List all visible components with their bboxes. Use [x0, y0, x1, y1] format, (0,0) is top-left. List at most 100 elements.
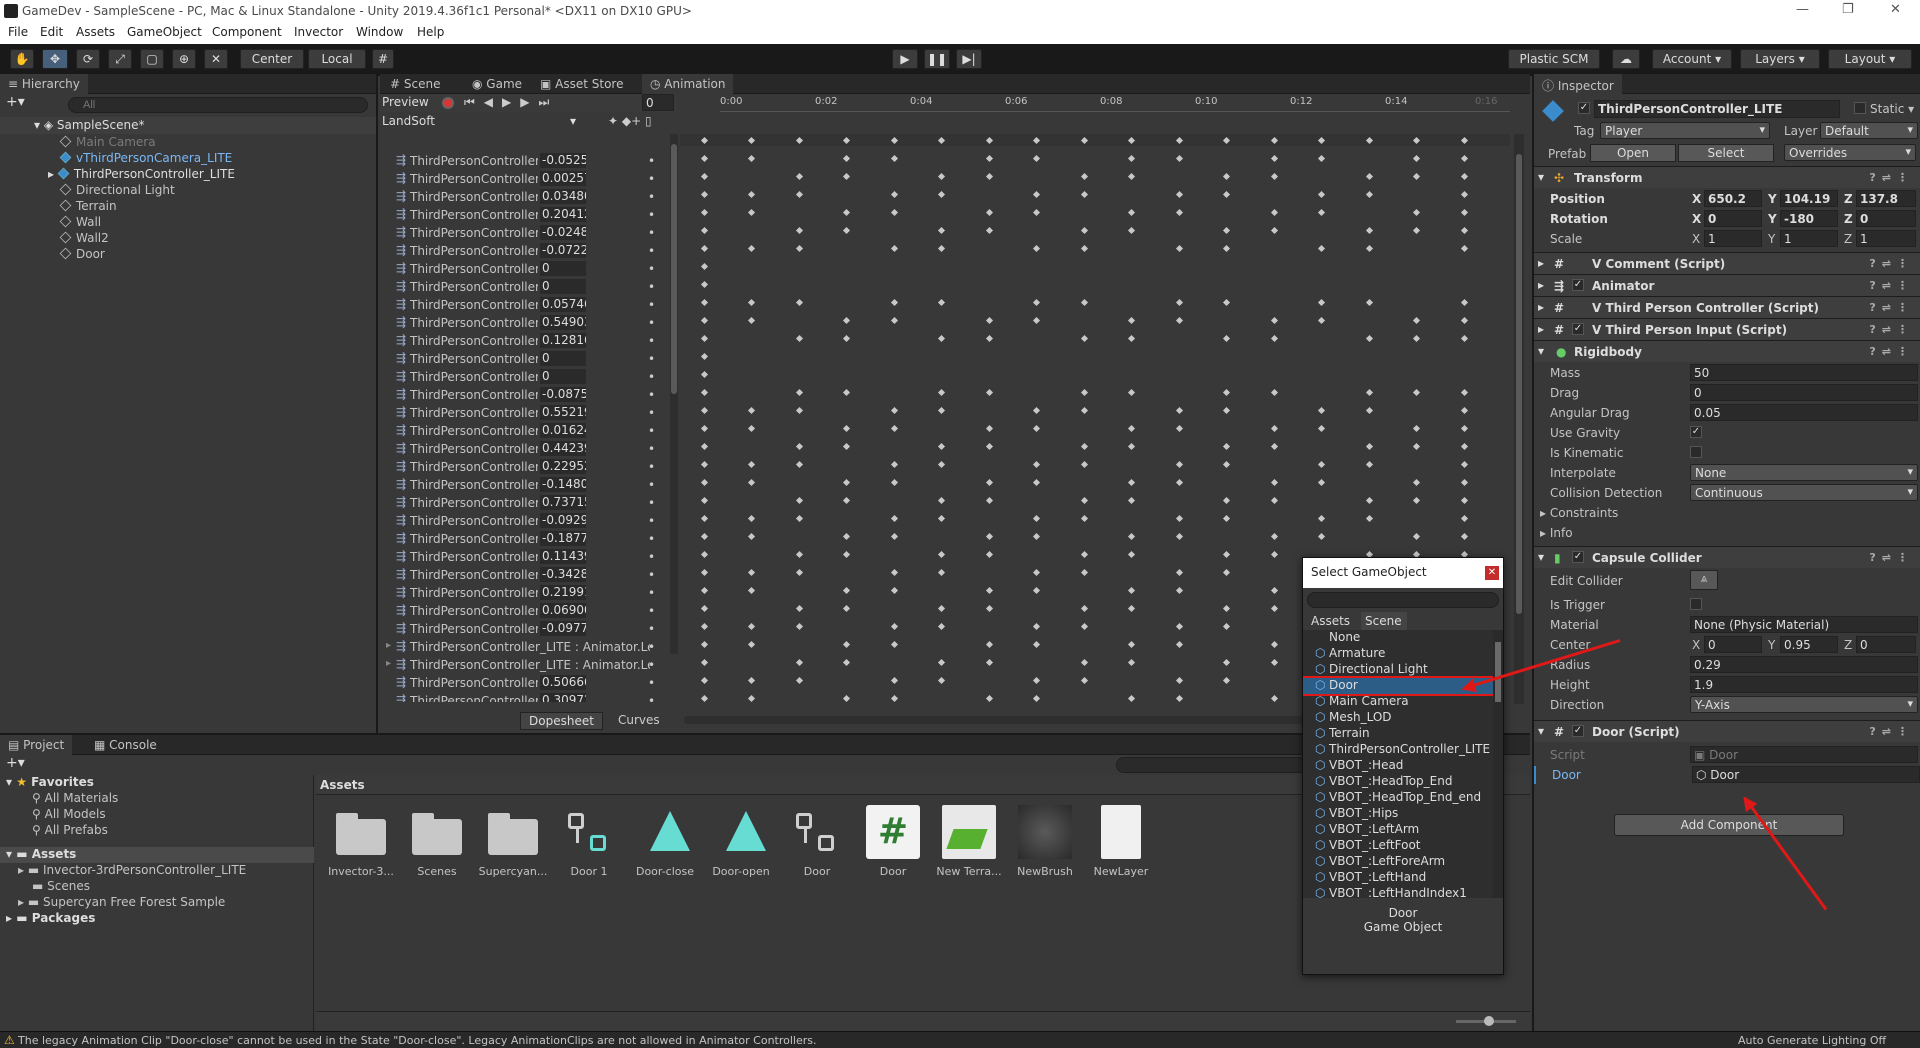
- keyframe-marker[interactable]: [1222, 496, 1231, 505]
- door-script-header[interactable]: ▾ # ✓ Door (Script) ?⇌⋮: [1534, 720, 1920, 742]
- animation-property-row[interactable]: ⇶ThirdPersonController_LITE0 •: [380, 368, 670, 386]
- keyframe-marker[interactable]: [1365, 244, 1374, 253]
- keyframe-marker[interactable]: [700, 532, 709, 541]
- folder-scenes[interactable]: ▬ Scenes: [32, 879, 90, 895]
- animation-property-row[interactable]: ⇶ThirdPersonController_LITE0.12816 •: [380, 332, 670, 350]
- keyframe-marker[interactable]: [985, 478, 994, 487]
- animation-property-row[interactable]: ⇶ThirdPersonController_LITE0 •: [380, 350, 670, 368]
- dialog-list-item[interactable]: ⬡ ThirdPersonController_LITE: [1303, 742, 1493, 758]
- keyframe-marker[interactable]: [1412, 388, 1421, 397]
- keyframe-marker[interactable]: [985, 334, 994, 343]
- keyframe-marker[interactable]: [1080, 298, 1089, 307]
- dialog-list-item[interactable]: ⬡ Directional Light: [1303, 662, 1493, 678]
- object-name-field[interactable]: ThirdPersonController_LITE: [1594, 100, 1840, 118]
- property-value[interactable]: -0.3428: [540, 567, 586, 582]
- keyframe-marker[interactable]: [1080, 658, 1089, 667]
- keyframe-marker[interactable]: [1080, 226, 1089, 235]
- keyframe-marker[interactable]: [795, 676, 804, 685]
- keyframe-marker[interactable]: [890, 136, 899, 145]
- tab-project[interactable]: ▤ Project: [0, 735, 73, 755]
- tab-hierarchy[interactable]: ≡ Hierarchy: [0, 74, 88, 94]
- clip-dropdown[interactable]: LandSoft ▾: [382, 114, 582, 131]
- vtpi-header[interactable]: ▸ # ✓ V Third Person Input (Script) ?⇌⋮: [1534, 318, 1920, 340]
- keyframe-marker[interactable]: [1317, 424, 1326, 433]
- keyframe-marker[interactable]: [985, 532, 994, 541]
- keyframe-marker[interactable]: [1080, 514, 1089, 523]
- keyframe-marker[interactable]: [1460, 388, 1469, 397]
- curves-tab[interactable]: Curves: [610, 712, 668, 730]
- account-dropdown[interactable]: Account ▾: [1652, 49, 1732, 69]
- asset-clip-door-close[interactable]: Door-close: [630, 805, 700, 878]
- keyframe-marker[interactable]: [1222, 658, 1231, 667]
- scale-tool-icon[interactable]: ⤢: [108, 49, 132, 69]
- keyframe-marker[interactable]: [937, 226, 946, 235]
- property-value[interactable]: -0.0929: [540, 513, 586, 528]
- frame-input[interactable]: 0: [642, 94, 674, 111]
- hierarchy-item-controller[interactable]: ▸ ThirdPersonController_LITE: [48, 167, 235, 183]
- keyframe-marker[interactable]: [1412, 478, 1421, 487]
- keyframe-marker[interactable]: [700, 676, 709, 685]
- dialog-search-input[interactable]: [1307, 592, 1499, 608]
- animation-property-row[interactable]: ⇶ThirdPersonController_LITE-0.0722 •: [380, 242, 670, 260]
- playback-controls[interactable]: ⏮◀▶▶⏭: [464, 95, 558, 110]
- keyframe-menu-icon[interactable]: •: [648, 316, 655, 330]
- keyframe-marker[interactable]: [700, 406, 709, 415]
- is-kinematic-checkbox[interactable]: [1690, 446, 1702, 458]
- keyframe-marker[interactable]: [1317, 460, 1326, 469]
- keyframe-marker[interactable]: [1222, 550, 1231, 559]
- property-value[interactable]: 0.01624: [540, 423, 586, 438]
- keyframe-marker[interactable]: [1080, 172, 1089, 181]
- keyframe-marker[interactable]: [890, 244, 899, 253]
- keyframe-marker[interactable]: [985, 154, 994, 163]
- keyframe-marker[interactable]: [1032, 640, 1041, 649]
- keyframe-marker[interactable]: [1460, 316, 1469, 325]
- pivot-local-button[interactable]: Local: [308, 49, 366, 69]
- status-message[interactable]: The legacy Animation Clip "Door-close" c…: [18, 1034, 817, 1047]
- keyframe-marker[interactable]: [985, 550, 994, 559]
- keyframe-marker[interactable]: [890, 622, 899, 631]
- keyframe-marker[interactable]: [985, 604, 994, 613]
- rotation-x[interactable]: 0: [1704, 210, 1762, 227]
- minimize-button[interactable]: —: [1796, 2, 1809, 17]
- keyframe-marker[interactable]: [890, 568, 899, 577]
- keyframe-marker[interactable]: [1080, 442, 1089, 451]
- keyframe-marker[interactable]: [842, 442, 851, 451]
- animation-property-row[interactable]: ⇶ThirdPersonController_LITE0.22952 •: [380, 458, 670, 476]
- keyframe-marker[interactable]: [842, 550, 851, 559]
- keyframe-marker[interactable]: [1080, 550, 1089, 559]
- keyframe-marker[interactable]: [1460, 460, 1469, 469]
- keyframe-marker[interactable]: [1222, 244, 1231, 253]
- keyframe-marker[interactable]: [1270, 532, 1279, 541]
- animation-property-row[interactable]: ⇶ThirdPersonController_LITE-0.0977 •: [380, 620, 670, 638]
- keyframe-marker[interactable]: [842, 424, 851, 433]
- property-value[interactable]: 0.21991: [540, 585, 586, 600]
- hand-tool-icon[interactable]: ✋: [10, 49, 34, 69]
- keyframe-marker[interactable]: [1127, 172, 1136, 181]
- keyframe-marker[interactable]: [1175, 424, 1184, 433]
- keyframe-marker[interactable]: [700, 568, 709, 577]
- pause-button[interactable]: ❚❚: [924, 49, 950, 69]
- keyframe-marker[interactable]: [1222, 514, 1231, 523]
- favorites-header[interactable]: ▾ ★ Favorites: [6, 775, 94, 791]
- keyframe-marker[interactable]: [747, 622, 756, 631]
- asset-script-door[interactable]: # Door: [858, 805, 928, 878]
- property-value[interactable]: 0.50666: [540, 675, 586, 690]
- tab-game[interactable]: ◉ Game: [464, 74, 530, 94]
- keyframe-marker[interactable]: [1127, 604, 1136, 613]
- dialog-list-item[interactable]: ⬡ VBOT_:LeftHandIndex1: [1303, 886, 1493, 898]
- pivot-center-button[interactable]: Center: [240, 49, 304, 69]
- keyframe-marker[interactable]: [1080, 676, 1089, 685]
- keyframe-marker[interactable]: [1270, 478, 1279, 487]
- asset-folder-invector[interactable]: Invector-3...: [326, 805, 396, 878]
- menu-invector[interactable]: Invector: [294, 25, 343, 39]
- keyframe-marker[interactable]: [700, 496, 709, 505]
- property-scrollbar[interactable]: [670, 134, 678, 654]
- keyframe-marker[interactable]: [1175, 208, 1184, 217]
- keyframe-menu-icon[interactable]: •: [648, 208, 655, 222]
- animator-header[interactable]: ▸ ⇶ ✓ Animator ?⇌⋮: [1534, 274, 1920, 296]
- keyframe-marker[interactable]: [1175, 694, 1184, 703]
- keyframe-menu-icon[interactable]: •: [648, 298, 655, 312]
- static-checkbox[interactable]: [1854, 102, 1866, 114]
- scale-z[interactable]: 1: [1856, 230, 1916, 247]
- animation-property-row[interactable]: ⇶ThirdPersonController_LITE0.44239 •: [380, 440, 670, 458]
